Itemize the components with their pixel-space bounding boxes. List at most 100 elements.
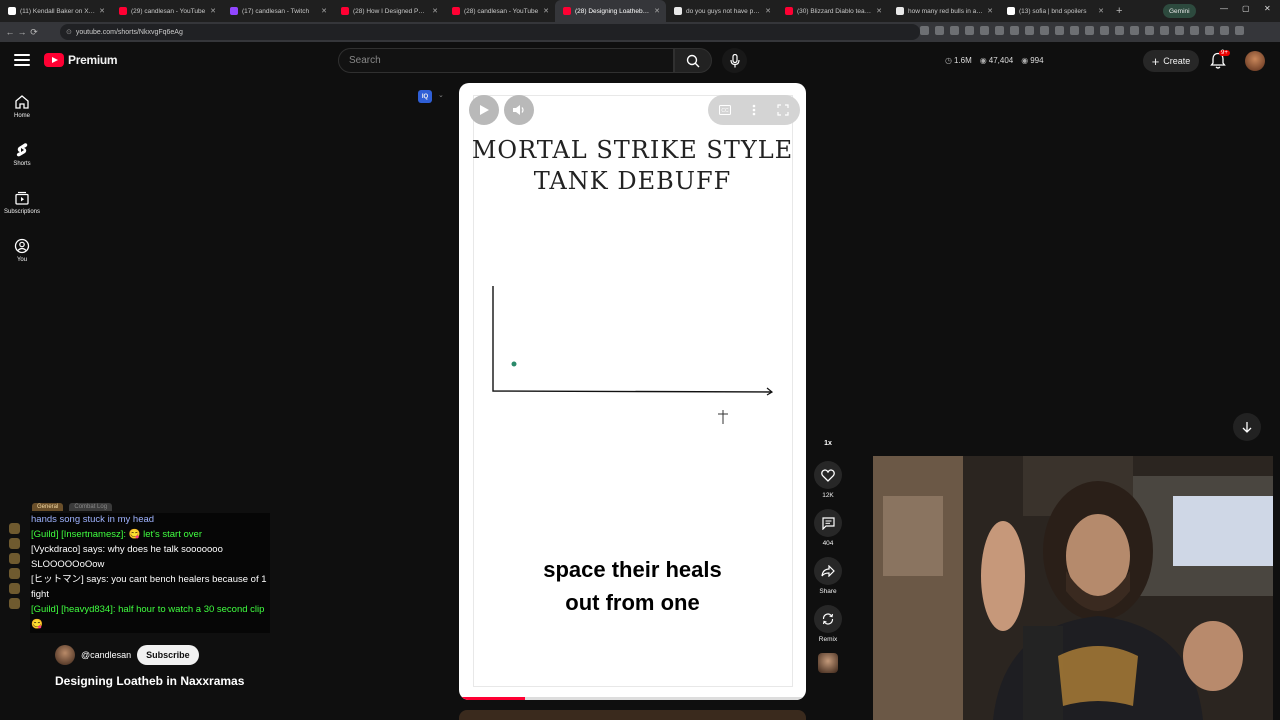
hamburger-menu-icon[interactable] [14, 54, 30, 66]
nav-item-label: Shorts [13, 160, 31, 167]
subscribe-button[interactable]: Subscribe [137, 645, 199, 665]
chat-tab-general[interactable]: General [32, 503, 64, 511]
extension-icon[interactable] [1160, 26, 1169, 35]
progress-bar[interactable] [459, 697, 806, 700]
tab-close-icon[interactable]: ✕ [99, 7, 105, 15]
caption-line: out from one [565, 590, 700, 615]
chat-scroll-icon[interactable] [8, 568, 20, 579]
eye-icon: ◉ [1021, 56, 1029, 65]
nav-item-home[interactable]: Home [0, 82, 44, 130]
extension-icon[interactable] [1010, 26, 1019, 35]
nav-item-subscriptions[interactable]: Subscriptions [0, 178, 44, 226]
site-info-icon[interactable]: ⊙ [66, 28, 72, 36]
browser-tab[interactable]: (28) Designing Loatheb in N ✕ [555, 0, 666, 22]
extension-icons [920, 26, 1244, 35]
progress-fill [459, 697, 525, 700]
extension-icon[interactable] [1025, 26, 1034, 35]
tab-close-icon[interactable]: ✕ [654, 7, 660, 15]
sound-source-avatar[interactable] [812, 653, 844, 673]
extension-icon[interactable] [1115, 26, 1124, 35]
forward-icon[interactable]: → [16, 27, 28, 37]
extension-icon[interactable] [1100, 26, 1109, 35]
browser-tab[interactable]: (17) candlesan - Twitch ✕ [222, 0, 333, 22]
youtube-header: Premium Search ◷ 1.6M ◉ 47,404 ◉ 994 + Create… [0, 42, 1280, 82]
extension-icon[interactable] [1205, 26, 1214, 35]
extension-icon[interactable] [980, 26, 989, 35]
gemini-button[interactable]: Gemini [1163, 4, 1196, 18]
tab-favicon-icon [341, 7, 349, 15]
tab-close-icon[interactable]: ✕ [210, 7, 216, 15]
chevron-down-icon[interactable]: ⌄ [438, 91, 444, 99]
extension-icon[interactable] [995, 26, 1004, 35]
chat-emote-icon[interactable] [8, 553, 20, 564]
remix-button[interactable]: Remix [812, 605, 844, 643]
reload-icon[interactable]: ⟳ [28, 27, 40, 38]
url-field[interactable]: ⊙ youtube.com/shorts/NkxvgFq6eAg [60, 24, 920, 40]
tab-close-icon[interactable]: ✕ [1098, 7, 1104, 15]
nav-item-you[interactable]: You [0, 226, 44, 274]
back-icon[interactable]: ← [4, 27, 16, 37]
new-tab-icon[interactable]: + [1116, 5, 1122, 17]
extension-icon[interactable] [1190, 26, 1199, 35]
share-button[interactable]: Share [812, 557, 844, 595]
tab-title: how many red bulls in a cra [908, 7, 984, 15]
browser-tab[interactable]: (28) How I Designed Patchw ✕ [333, 0, 444, 22]
maximize-icon[interactable]: ▢ [1242, 4, 1250, 13]
extension-icon[interactable] [935, 26, 944, 35]
extension-icon[interactable] [1070, 26, 1079, 35]
minimize-icon[interactable]: — [1220, 4, 1228, 13]
nav-item-shorts[interactable]: Shorts [0, 130, 44, 178]
extension-icon[interactable] [1085, 26, 1094, 35]
extension-icon[interactable] [1220, 26, 1229, 35]
tab-close-icon[interactable]: ✕ [987, 7, 993, 15]
browser-tab-strip: (11) Kendall Baker on X: "Alt ✕ (29) candl… [0, 0, 1280, 22]
chat-voice-icon[interactable] [8, 538, 20, 549]
url-text: youtube.com/shorts/NkxvgFq6eAg [75, 28, 183, 36]
extension-icon[interactable] [965, 26, 974, 35]
chat-message: [ヒットマン] says: you cant bench healers bec… [31, 574, 267, 600]
extension-icon[interactable] [1235, 26, 1244, 35]
window-close-icon[interactable]: ✕ [1264, 4, 1271, 13]
extension-icon[interactable] [920, 26, 929, 35]
chat-scroll-icon[interactable] [8, 583, 20, 594]
next-video-button[interactable] [1233, 413, 1261, 441]
chat-social-icon[interactable] [8, 523, 20, 534]
chat-message: [Guild] [Insertnamesz]: 😋 let's start ov… [31, 529, 202, 540]
browser-tab[interactable]: how many red bulls in a cra ✕ [888, 0, 999, 22]
shorts-player[interactable]: CC MORTAL STRIKE STYLE TANK DEBUFF space… [459, 83, 806, 700]
youtube-premium-logo[interactable]: Premium [44, 53, 118, 67]
browser-tab[interactable]: (11) Kendall Baker on X: "Alt ✕ [0, 0, 111, 22]
browser-tab[interactable]: (28) candlesan - YouTube ✕ [444, 0, 555, 22]
tab-close-icon[interactable]: ✕ [543, 7, 549, 15]
tab-favicon-icon [674, 7, 682, 15]
next-short-preview[interactable] [459, 710, 806, 720]
channel-avatar[interactable] [55, 645, 75, 665]
account-avatar[interactable] [1245, 51, 1265, 71]
tab-close-icon[interactable]: ✕ [876, 7, 882, 15]
voice-search-button[interactable] [722, 48, 747, 73]
extension-icon[interactable] [1055, 26, 1064, 35]
comments-button[interactable]: 404 [812, 509, 844, 547]
browser-tab[interactable]: (30) Blizzard Diablo team b ✕ [777, 0, 888, 22]
channel-handle[interactable]: @candlesan [81, 650, 131, 660]
extension-icon[interactable] [1130, 26, 1139, 35]
video-title[interactable]: Designing Loatheb in Naxxramas [55, 674, 244, 688]
create-button[interactable]: + Create [1143, 50, 1199, 72]
tab-close-icon[interactable]: ✕ [432, 7, 438, 15]
browser-tab[interactable]: (29) candlesan - YouTube ✕ [111, 0, 222, 22]
extension-icon[interactable] [1040, 26, 1049, 35]
playback-speed-button[interactable]: 1x [812, 440, 844, 447]
chat-tab-combat-log[interactable]: Combat Log [69, 503, 113, 511]
tab-close-icon[interactable]: ✕ [765, 7, 771, 15]
like-button[interactable]: 12K [812, 461, 844, 499]
search-input[interactable]: Search [338, 48, 674, 73]
tab-close-icon[interactable]: ✕ [321, 7, 327, 15]
extension-icon[interactable] [1175, 26, 1184, 35]
browser-tab[interactable]: (13) sofia | bnd spoilers ✕ [999, 0, 1110, 22]
search-button[interactable] [674, 48, 712, 73]
extension-icon[interactable] [950, 26, 959, 35]
browser-tab[interactable]: do you guys not have phon ✕ [666, 0, 777, 22]
extension-iq-icon[interactable]: IQ [418, 90, 432, 103]
chat-scroll-icon[interactable] [8, 598, 20, 609]
extension-icon[interactable] [1145, 26, 1154, 35]
